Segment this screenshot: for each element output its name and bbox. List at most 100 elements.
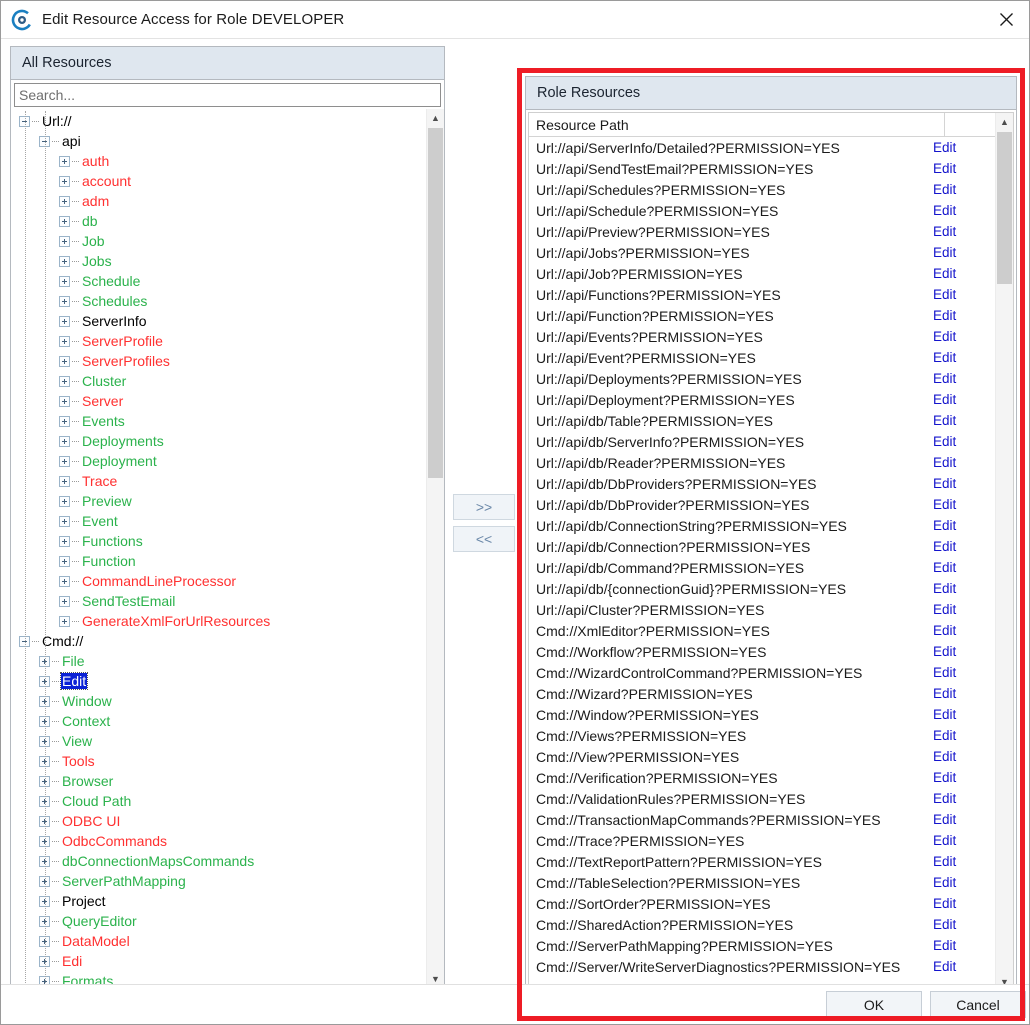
table-row[interactable]: Cmd://Window?PERMISSION=YESEdit [529, 704, 995, 725]
edit-link[interactable]: Edit [927, 623, 995, 638]
table-row[interactable]: Cmd://View?PERMISSION=YESEdit [529, 746, 995, 767]
table-row[interactable]: Cmd://Workflow?PERMISSION=YESEdit [529, 641, 995, 662]
tree-item[interactable]: Edi [11, 951, 426, 971]
expand-icon[interactable] [59, 316, 70, 327]
edit-link[interactable]: Edit [927, 392, 995, 407]
table-row[interactable]: Url://api/db/Table?PERMISSION=YESEdit [529, 410, 995, 431]
expand-icon[interactable] [59, 176, 70, 187]
tree-item[interactable]: Server [11, 391, 426, 411]
tree-item[interactable]: Schedules [11, 291, 426, 311]
expand-icon[interactable] [59, 356, 70, 367]
tree-item[interactable]: DataModel [11, 931, 426, 951]
tree-item[interactable]: Project [11, 891, 426, 911]
edit-link[interactable]: Edit [927, 938, 995, 953]
table-row[interactable]: Cmd://Server/WriteServerDiagnostics?PERM… [529, 956, 995, 977]
expand-icon[interactable] [59, 496, 70, 507]
table-row[interactable]: Cmd://WizardControlCommand?PERMISSION=YE… [529, 662, 995, 683]
tree-item[interactable]: ServerInfo [11, 311, 426, 331]
tree-item[interactable]: account [11, 171, 426, 191]
edit-link[interactable]: Edit [927, 791, 995, 806]
tree-item[interactable]: Cmd:// [11, 631, 426, 651]
table-row[interactable]: Cmd://ValidationRules?PERMISSION=YESEdit [529, 788, 995, 809]
edit-link[interactable]: Edit [927, 287, 995, 302]
add-to-role-button[interactable]: >> [453, 494, 515, 520]
edit-link[interactable]: Edit [927, 329, 995, 344]
edit-link[interactable]: Edit [927, 707, 995, 722]
table-row[interactable]: Cmd://SharedAction?PERMISSION=YESEdit [529, 914, 995, 935]
edit-link[interactable]: Edit [927, 455, 995, 470]
tree-item[interactable]: api [11, 131, 426, 151]
expand-icon[interactable] [59, 296, 70, 307]
edit-link[interactable]: Edit [927, 245, 995, 260]
tree-item[interactable]: File [11, 651, 426, 671]
expand-icon[interactable] [59, 596, 70, 607]
edit-link[interactable]: Edit [927, 959, 995, 974]
edit-link[interactable]: Edit [927, 770, 995, 785]
tree-item[interactable]: ServerPathMapping [11, 871, 426, 891]
table-row[interactable]: Cmd://TextReportPattern?PERMISSION=YESEd… [529, 851, 995, 872]
tree-item[interactable]: auth [11, 151, 426, 171]
table-row[interactable]: Url://api/Functions?PERMISSION=YESEdit [529, 284, 995, 305]
edit-link[interactable]: Edit [927, 413, 995, 428]
edit-link[interactable]: Edit [927, 182, 995, 197]
table-row[interactable]: Cmd://ServerPathMapping?PERMISSION=YESEd… [529, 935, 995, 956]
tree-item[interactable]: Function [11, 551, 426, 571]
expand-icon[interactable] [59, 256, 70, 267]
edit-link[interactable]: Edit [927, 518, 995, 533]
tree-item[interactable]: SendTestEmail [11, 591, 426, 611]
edit-link[interactable]: Edit [927, 266, 995, 281]
table-row[interactable]: Url://api/db/DbProvider?PERMISSION=YESEd… [529, 494, 995, 515]
tree-item[interactable]: adm [11, 191, 426, 211]
expand-icon[interactable] [59, 236, 70, 247]
tree-vertical-scrollbar[interactable]: ▲ ▼ [426, 109, 444, 988]
edit-link[interactable]: Edit [927, 476, 995, 491]
table-row[interactable]: Cmd://SortOrder?PERMISSION=YESEdit [529, 893, 995, 914]
expand-icon[interactable] [59, 396, 70, 407]
tree-item[interactable]: Context [11, 711, 426, 731]
edit-link[interactable]: Edit [927, 371, 995, 386]
tree-item[interactable]: Events [11, 411, 426, 431]
edit-link[interactable]: Edit [927, 854, 995, 869]
expand-icon[interactable] [59, 456, 70, 467]
expand-icon[interactable] [59, 616, 70, 627]
tree-item[interactable]: CommandLineProcessor [11, 571, 426, 591]
table-row[interactable]: Url://api/Deployment?PERMISSION=YESEdit [529, 389, 995, 410]
table-row[interactable]: Url://api/db/ServerInfo?PERMISSION=YESEd… [529, 431, 995, 452]
expand-icon[interactable] [59, 576, 70, 587]
tree-item[interactable]: Edit [11, 671, 426, 691]
table-row[interactable]: Url://api/Schedules?PERMISSION=YESEdit [529, 179, 995, 200]
table-row[interactable]: Url://api/db/ConnectionString?PERMISSION… [529, 515, 995, 536]
tree-item[interactable]: ServerProfile [11, 331, 426, 351]
tree-scroll-thumb[interactable] [428, 128, 443, 478]
tree-item[interactable]: Cloud Path [11, 791, 426, 811]
edit-link[interactable]: Edit [927, 140, 995, 155]
tree-item[interactable]: Url:// [11, 111, 426, 131]
edit-link[interactable]: Edit [927, 665, 995, 680]
edit-link[interactable]: Edit [927, 686, 995, 701]
ok-button[interactable]: OK [826, 991, 922, 1018]
table-row[interactable]: Url://api/Job?PERMISSION=YESEdit [529, 263, 995, 284]
edit-link[interactable]: Edit [927, 308, 995, 323]
tree-item[interactable]: db [11, 211, 426, 231]
tree-item[interactable]: OdbcCommands [11, 831, 426, 851]
tree-item[interactable]: dbConnectionMapsCommands [11, 851, 426, 871]
table-row[interactable]: Cmd://Trace?PERMISSION=YESEdit [529, 830, 995, 851]
edit-link[interactable]: Edit [927, 728, 995, 743]
edit-link[interactable]: Edit [927, 434, 995, 449]
edit-link[interactable]: Edit [927, 644, 995, 659]
table-row[interactable]: Url://api/Schedule?PERMISSION=YESEdit [529, 200, 995, 221]
table-row[interactable]: Cmd://TableSelection?PERMISSION=YESEdit [529, 872, 995, 893]
scroll-up-icon[interactable]: ▲ [427, 109, 444, 127]
expand-icon[interactable] [59, 376, 70, 387]
expand-icon[interactable] [59, 156, 70, 167]
table-row[interactable]: Url://api/db/Connection?PERMISSION=YESEd… [529, 536, 995, 557]
tree-item[interactable]: Schedule [11, 271, 426, 291]
edit-link[interactable]: Edit [927, 350, 995, 365]
tree-item[interactable]: Event [11, 511, 426, 531]
table-row[interactable]: Url://api/db/Reader?PERMISSION=YESEdit [529, 452, 995, 473]
tree-item[interactable]: Deployments [11, 431, 426, 451]
tree-item[interactable]: GenerateXmlForUrlResources [11, 611, 426, 631]
tree-item[interactable]: Functions [11, 531, 426, 551]
grid-vertical-scrollbar[interactable]: ▲ ▼ [995, 113, 1013, 991]
search-input[interactable] [14, 83, 441, 107]
